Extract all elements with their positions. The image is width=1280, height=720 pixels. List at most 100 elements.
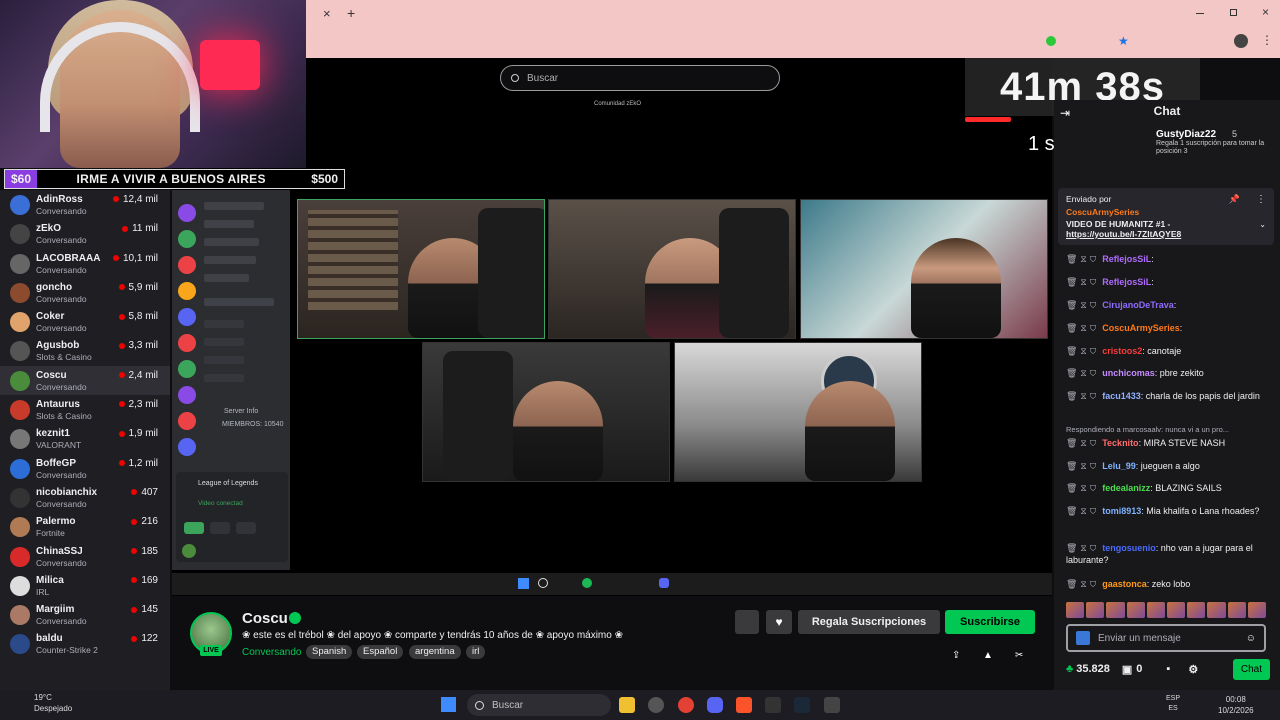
sidebar-channel[interactable]: Antaurus Slots & Casino 2,3 mil bbox=[0, 395, 170, 424]
chat-message[interactable]: 🗑⧖⛉ fedealanizz: BLAZING SAILS bbox=[1066, 482, 1266, 494]
sidebar-channel[interactable]: AdinRoss Conversando 12,4 mil bbox=[0, 190, 170, 219]
new-tab-icon[interactable]: + bbox=[347, 5, 355, 21]
moderation-icons[interactable]: 🗑⧖⛉ bbox=[1066, 345, 1099, 357]
chat-message[interactable]: 🗑⧖⛉ tengosuenio: nho van a jugar para el … bbox=[1066, 542, 1266, 566]
sidebar-channel[interactable]: BoffeGP Conversando 1,2 mil bbox=[0, 454, 170, 483]
emote[interactable] bbox=[1207, 602, 1226, 618]
emote[interactable] bbox=[1187, 602, 1206, 618]
clip-icon[interactable]: ✂ bbox=[1015, 650, 1023, 661]
chat-message[interactable]: 🗑⧖⛉ gaastonca: zeko lobo bbox=[1066, 578, 1266, 590]
more-options-icon[interactable]: ⋮ bbox=[1256, 194, 1266, 205]
emote[interactable] bbox=[1086, 602, 1105, 618]
brave-icon[interactable] bbox=[736, 697, 752, 713]
chat-message[interactable]: 🗑⧖⛉ cristoos2: canotaje bbox=[1066, 345, 1266, 357]
maximize-icon[interactable] bbox=[1230, 9, 1237, 16]
minimize-icon[interactable] bbox=[1196, 13, 1204, 14]
chat-username[interactable]: cristoos2 bbox=[1102, 346, 1142, 356]
chat-message[interactable]: Respondiendo a marcosaalv: nunca vi a un… bbox=[1066, 424, 1266, 436]
sidebar-channel[interactable]: Agusbob Slots & Casino 3,3 mil bbox=[0, 336, 170, 365]
tag-argentina[interactable]: argentina bbox=[409, 645, 461, 659]
emote-bar[interactable] bbox=[1066, 602, 1267, 618]
moderation-icons[interactable]: 🗑⧖⛉ bbox=[1066, 578, 1099, 590]
moderation-icons[interactable]: 🗑⧖⛉ bbox=[1066, 460, 1099, 472]
sidebar-channel[interactable]: Margiim Conversando 145 bbox=[0, 600, 170, 629]
chat-message[interactable]: 🗑⧖⛉ CoscuArmySeries: bbox=[1066, 322, 1266, 334]
chat-username[interactable]: unchicomas bbox=[1102, 368, 1155, 378]
ticket-count[interactable]: 0 bbox=[1136, 663, 1142, 675]
sidebar-channel[interactable]: goncho Conversando 5,9 mil bbox=[0, 278, 170, 307]
chat-message[interactable]: 🗑⧖⛉ tomi8913: Mia khalifa o Lana rhoades? bbox=[1066, 505, 1266, 517]
pinned-link[interactable]: https://youtu.be/l-7ZltAQYE8 bbox=[1066, 229, 1266, 239]
emote[interactable] bbox=[1227, 602, 1246, 618]
chat-username[interactable]: Lelu_99 bbox=[1102, 461, 1136, 471]
menu-icon[interactable]: ⋮ bbox=[1261, 33, 1273, 47]
tag-espanol[interactable]: Español bbox=[357, 645, 404, 659]
gift-subs-button[interactable]: Regala Suscripciones bbox=[798, 610, 940, 634]
collapse-chat-icon[interactable]: ⇥ bbox=[1060, 106, 1070, 120]
sidebar-channel[interactable]: Coker Conversando 5,8 mil bbox=[0, 307, 170, 336]
mute-notifications-button[interactable] bbox=[735, 610, 759, 634]
app-icon[interactable] bbox=[824, 697, 840, 713]
chat-username[interactable]: tomi8913 bbox=[1102, 506, 1141, 516]
moderation-icons[interactable]: 🗑⧖⛉ bbox=[1066, 276, 1099, 288]
chat-username[interactable]: facu1433 bbox=[1102, 391, 1141, 401]
camera-button[interactable] bbox=[184, 522, 204, 534]
tag-spanish[interactable]: Spanish bbox=[306, 645, 353, 659]
weather-widget[interactable]: 19°C Despejado bbox=[10, 692, 72, 714]
system-clock[interactable]: 00:08 10/2/2026 bbox=[1218, 694, 1254, 716]
sidebar-channel[interactable]: ChinaSSJ Conversando 185 bbox=[0, 542, 170, 571]
sidebar-channel[interactable]: zEkO Conversando 11 mil bbox=[0, 219, 170, 248]
chat-username[interactable]: gaastonca bbox=[1102, 579, 1147, 589]
emote[interactable] bbox=[1126, 602, 1145, 618]
bookmark-star-icon[interactable]: ★ bbox=[1118, 34, 1129, 48]
chat-message[interactable]: 🗑⧖⛉ Tecknito: MIRA STEVE NASH bbox=[1066, 437, 1266, 449]
close-window-icon[interactable]: × bbox=[1262, 5, 1269, 19]
language-indicator[interactable]: ESP ES bbox=[1166, 694, 1180, 714]
emote[interactable] bbox=[1167, 602, 1186, 618]
moderation-icons[interactable]: 🗑⧖⛉ bbox=[1066, 437, 1099, 449]
emoji-icon[interactable]: ☺ bbox=[1246, 633, 1256, 644]
screen-share-button[interactable] bbox=[210, 522, 230, 534]
sidebar-channel[interactable]: baldu Counter-Strike 2 122 bbox=[0, 629, 170, 658]
moderation-icons[interactable]: 🗑⧖⛉ bbox=[1066, 542, 1099, 554]
subscribe-button[interactable]: Suscribirse bbox=[945, 610, 1035, 634]
follow-heart-button[interactable]: ♥ bbox=[766, 610, 792, 634]
moderation-icons[interactable]: 🗑⧖⛉ bbox=[1066, 390, 1099, 402]
emote[interactable] bbox=[1146, 602, 1166, 618]
moderation-icons[interactable]: 🗑⧖⛉ bbox=[1066, 322, 1099, 334]
steam-icon[interactable] bbox=[794, 697, 810, 713]
emote[interactable] bbox=[1066, 602, 1085, 618]
stream-category[interactable]: Conversando bbox=[242, 647, 301, 658]
chat-message[interactable]: 🗑⧖⛉ unchicomas: pbre zekito bbox=[1066, 367, 1266, 379]
share-icon[interactable]: ⇪ bbox=[952, 650, 960, 661]
sidebar-channel[interactable]: Palermo Fortnite 216 bbox=[0, 512, 170, 541]
chat-message[interactable]: 🗑⧖⛉ Lelu_99: jueguen a algo bbox=[1066, 460, 1266, 472]
file-explorer-icon[interactable] bbox=[619, 697, 635, 713]
send-chat-button[interactable]: Chat bbox=[1232, 658, 1270, 680]
activity-button[interactable] bbox=[236, 522, 256, 534]
extension-icon[interactable] bbox=[1046, 36, 1056, 46]
gear-icon[interactable]: ⚙ bbox=[1188, 663, 1198, 676]
chat-username[interactable]: ReflejosSiL bbox=[1102, 277, 1151, 287]
profile-icon[interactable] bbox=[1234, 34, 1248, 48]
moderation-icons[interactable]: 🗑⧖⛉ bbox=[1066, 253, 1099, 265]
pin-icon[interactable]: 📌 bbox=[1229, 194, 1240, 205]
terminal-icon[interactable] bbox=[765, 697, 781, 713]
emote[interactable] bbox=[1106, 602, 1125, 618]
chevron-down-icon[interactable]: ⌄ bbox=[1259, 220, 1266, 229]
streamer-name[interactable]: Coscu bbox=[242, 610, 288, 627]
sidebar-channel[interactable]: keznit1 VALORANT 1,9 mil bbox=[0, 424, 170, 453]
chat-username[interactable]: tengosuenio bbox=[1102, 543, 1156, 553]
discord-icon[interactable] bbox=[707, 697, 723, 713]
taskbar-search[interactable]: Buscar bbox=[467, 694, 611, 716]
chat-username[interactable]: Tecknito bbox=[1102, 438, 1138, 448]
emote[interactable] bbox=[1247, 602, 1267, 618]
moderation-icons[interactable]: 🗑⧖⛉ bbox=[1066, 299, 1099, 311]
moderation-icons[interactable]: 🗑⧖⛉ bbox=[1066, 367, 1099, 379]
sidebar-channel[interactable]: Milica IRL 169 bbox=[0, 571, 170, 600]
chat-username[interactable]: ReflejosSiL bbox=[1102, 254, 1151, 264]
chrome-icon[interactable] bbox=[678, 697, 694, 713]
app-icon[interactable] bbox=[648, 697, 664, 713]
sidebar-channel[interactable]: Coscu Conversando 2,4 mil bbox=[0, 365, 170, 396]
report-icon[interactable]: ▲ bbox=[983, 650, 993, 661]
